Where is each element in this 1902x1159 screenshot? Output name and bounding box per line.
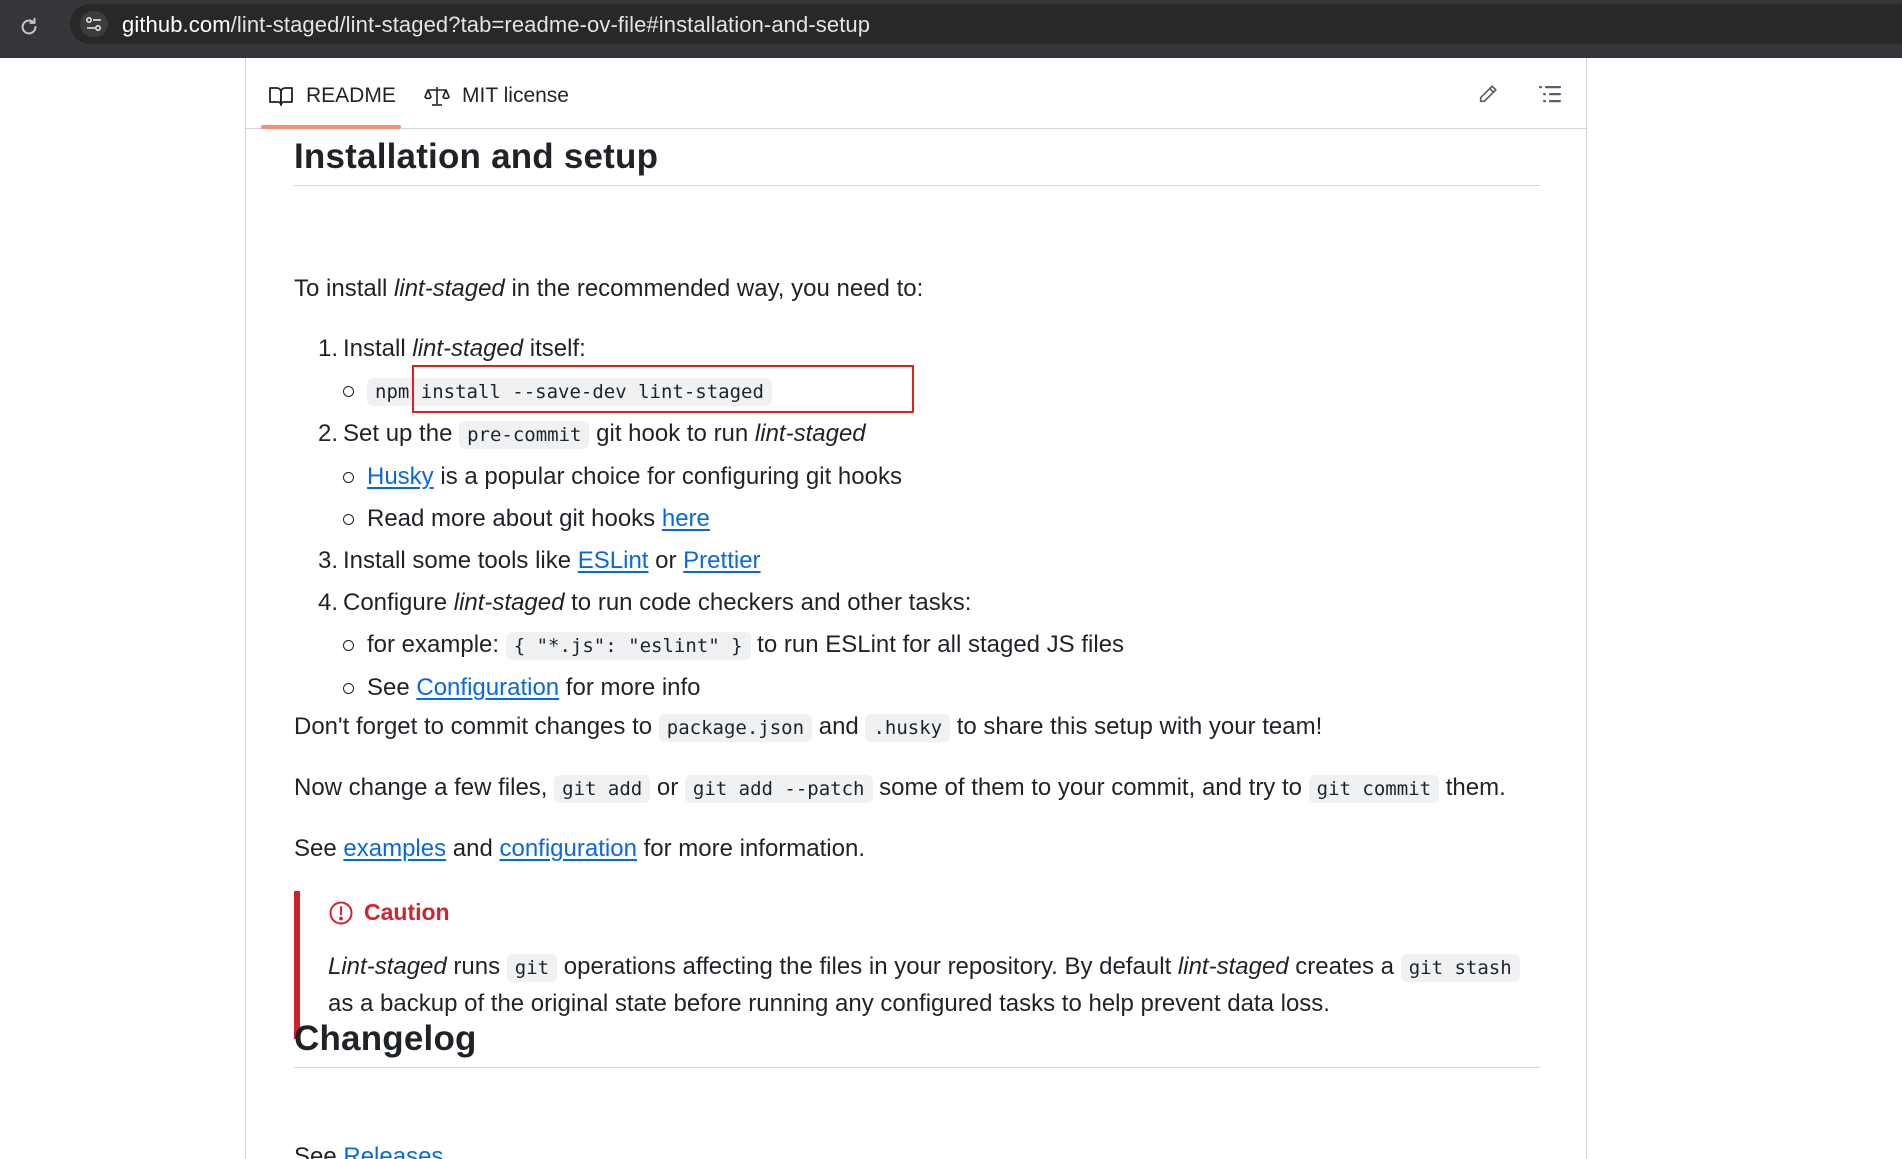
list-item: for example: { "*.js": "eslint" } to run… (343, 627, 1124, 664)
list-icon[interactable] (1536, 80, 1564, 108)
install-steps-list: 1. Install lint-staged itself: npm instal… (318, 331, 1124, 712)
list-item: See Configuration for more info (343, 670, 1124, 706)
eslint-link[interactable]: ESLint (578, 547, 649, 574)
tab-readme[interactable]: README (268, 76, 396, 116)
commit-note: Don't forget to commit changes to packag… (294, 713, 1323, 742)
see-more-note: See examples and configuration for more … (294, 835, 866, 862)
installation-heading: Installation and setup (294, 137, 1540, 186)
configuration-link-2[interactable]: configuration (499, 835, 636, 862)
tab-license[interactable]: MIT license (424, 76, 569, 116)
tab-readme-label: README (306, 84, 396, 107)
list-item: 3. Install some tools like ESLint or Pret… (318, 547, 761, 574)
releases-note: See Releases. (294, 1139, 450, 1159)
git-hooks-here-link[interactable]: here (662, 505, 710, 532)
releases-link[interactable]: Releases (343, 1143, 443, 1159)
scale-icon (424, 87, 450, 106)
npm-install-code[interactable]: npm install --save-dev lint-staged (367, 378, 772, 406)
changelog-heading: Changelog (294, 1019, 1540, 1068)
caution-callout: Caution Lint-staged runs git operations … (294, 891, 1540, 1039)
list-item: Husky is a popular choice for configurin… (343, 459, 1124, 495)
browser-toolbar: github.com/lint-staged/lint-staged?tab=r… (0, 0, 1902, 58)
site-info-icon[interactable] (80, 11, 108, 37)
address-bar[interactable]: github.com/lint-staged/lint-staged?tab=r… (70, 4, 1902, 44)
list-item: Read more about git hooks here (343, 501, 1124, 537)
pencil-icon[interactable] (1474, 80, 1502, 108)
list-item: 1. Install lint-staged itself: npm instal… (318, 331, 1124, 410)
list-item: npm install --save-dev lint-staged (343, 373, 1124, 410)
caution-body: Lint-staged runs git operations affectin… (328, 949, 1538, 1022)
caution-title: Caution (328, 899, 450, 926)
readme-panel: README MIT license Installation and setu… (245, 58, 1587, 1159)
tab-license-label: MIT license (462, 84, 569, 107)
examples-link[interactable]: examples (343, 835, 446, 862)
url-text[interactable]: github.com/lint-staged/lint-staged?tab=r… (122, 12, 870, 38)
reload-icon[interactable] (14, 12, 44, 42)
install-intro: To install lint-staged in the recommende… (294, 275, 924, 302)
list-item: 2. Set up the pre-commit git hook to run … (318, 416, 1124, 537)
configuration-link[interactable]: Configuration (416, 674, 559, 701)
now-change-note: Now change a few files, git add or git a… (294, 774, 1506, 803)
alert-circle-icon (329, 901, 353, 924)
husky-link[interactable]: Husky (367, 463, 434, 490)
readme-tabs: README MIT license (246, 58, 1586, 129)
list-item: 4. Configure lint-staged to run code chec… (318, 585, 1124, 706)
active-tab-indicator (261, 125, 401, 129)
prettier-link[interactable]: Prettier (683, 547, 760, 574)
book-icon (269, 87, 293, 106)
